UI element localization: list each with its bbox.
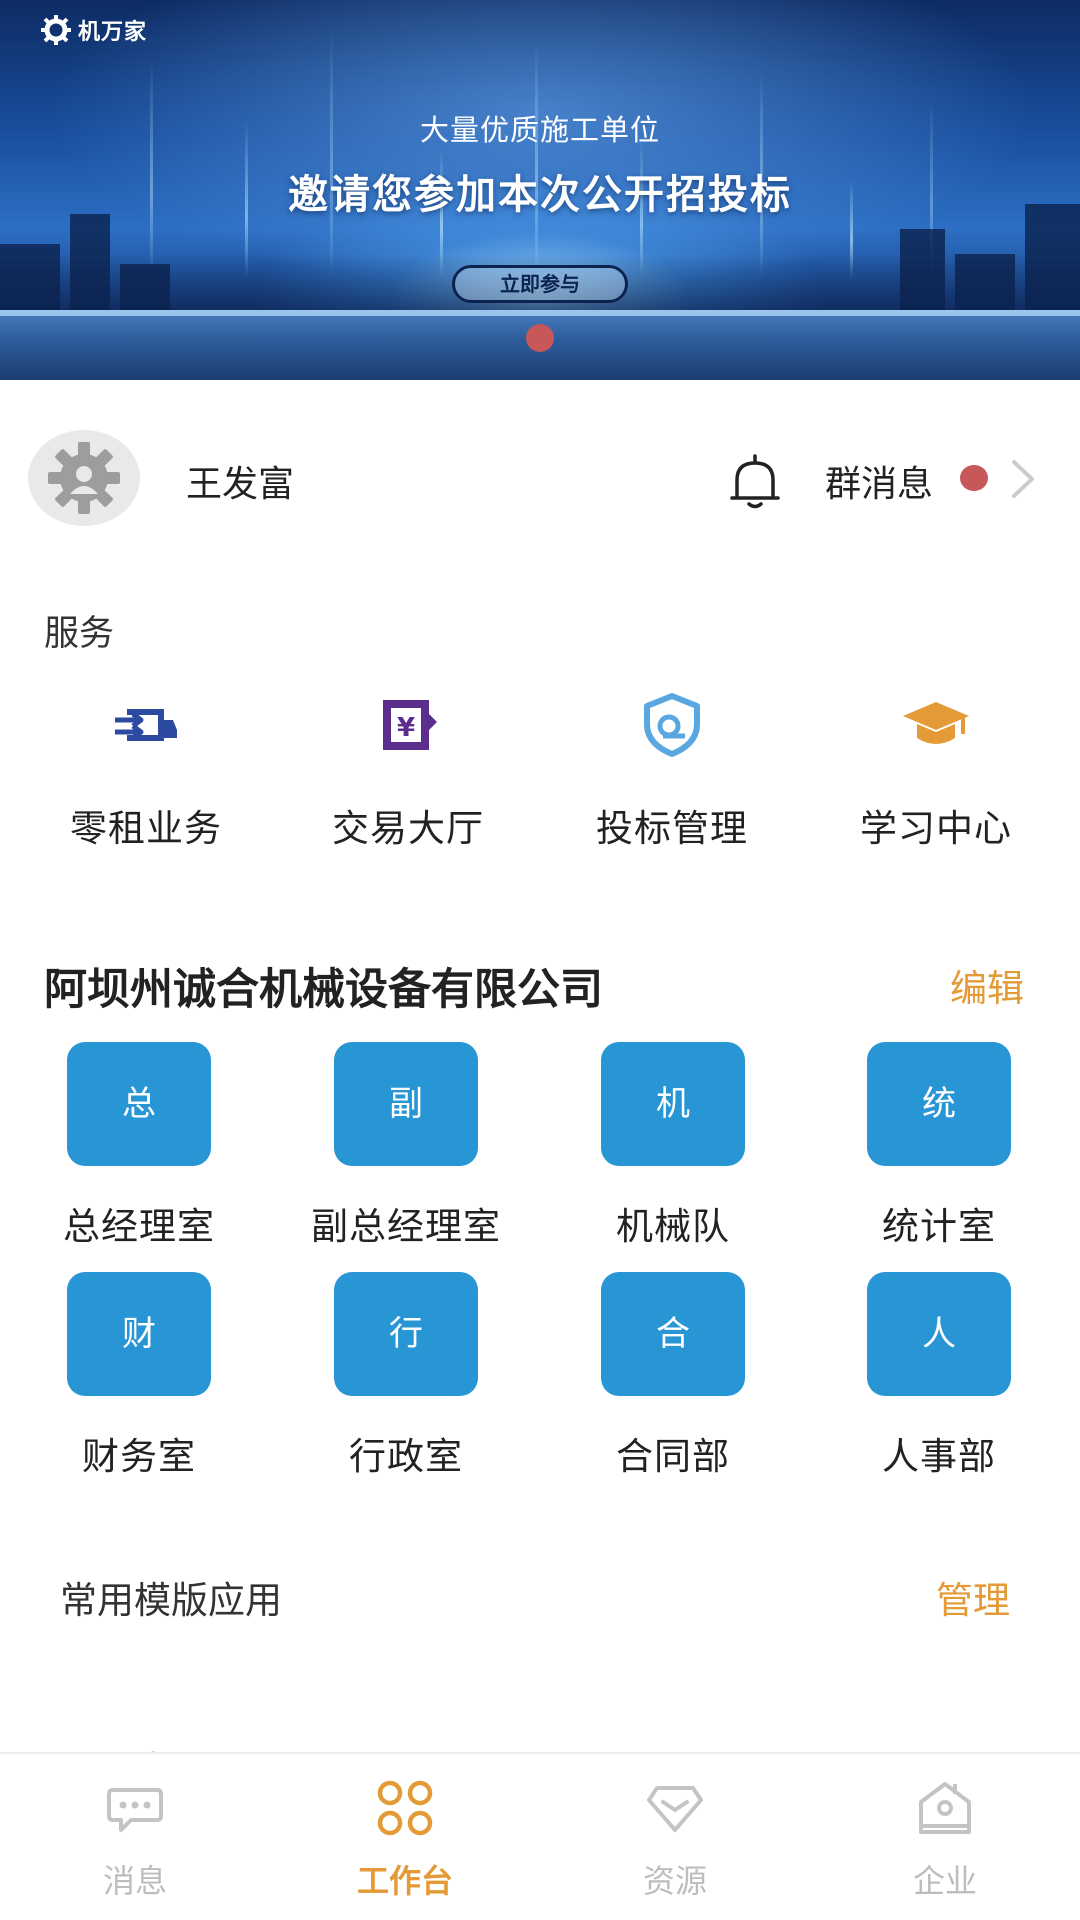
dept-administration[interactable]: 行 行政室 xyxy=(286,1272,526,1480)
dept-label: 机械队 xyxy=(616,1205,730,1248)
shield-icon xyxy=(644,693,700,757)
join-now-button[interactable]: 立即参与 xyxy=(452,265,628,303)
yuan-exchange-icon: ¥ xyxy=(383,700,437,750)
dept-label: 总经理室 xyxy=(63,1205,215,1248)
tab-enterprise[interactable]: 企业 xyxy=(810,1754,1080,1920)
dept-label: 行政室 xyxy=(349,1435,463,1478)
building-icon xyxy=(919,1782,971,1834)
gear-logo-icon xyxy=(41,15,71,45)
graduation-cap-icon xyxy=(903,702,969,744)
dept-tile: 统 xyxy=(867,1042,1011,1166)
dept-tile: 总 xyxy=(67,1042,211,1166)
tab-workbench[interactable]: 工作台 xyxy=(270,1754,540,1920)
dept-general-manager[interactable]: 总 总经理室 xyxy=(19,1042,259,1250)
dept-label: 人事部 xyxy=(882,1435,996,1478)
service-label: 零租业务 xyxy=(70,807,222,850)
group-messages-link[interactable]: 群消息 xyxy=(825,455,933,507)
dept-tile: 机 xyxy=(601,1042,745,1166)
avatar[interactable] xyxy=(28,430,140,526)
banner-headline: 邀请您参加本次公开招投标 xyxy=(288,172,792,218)
bell-icon[interactable] xyxy=(728,452,782,512)
unread-badge xyxy=(960,465,988,491)
tab-label: 工作台 xyxy=(356,1862,453,1900)
service-zero-rent[interactable]: 零租业务 xyxy=(46,690,246,852)
dept-statistics[interactable]: 统 统计室 xyxy=(819,1042,1059,1250)
dept-tile: 行 xyxy=(334,1272,478,1396)
dept-tile: 副 xyxy=(334,1042,478,1166)
truck-arrow-icon xyxy=(115,709,177,741)
service-label: 投标管理 xyxy=(596,807,748,850)
services-title: 服务 xyxy=(44,614,115,654)
workbench-screen: 机万家 大量优质施工单位 邀请您参加本次公开招投标 立即参与 王发富 群消息 服… xyxy=(0,0,1080,1920)
dept-tile: 人 xyxy=(867,1272,1011,1396)
dept-deputy-general-manager[interactable]: 副 副总经理室 xyxy=(286,1042,526,1250)
avatar-gear-icon xyxy=(48,442,120,514)
manage-button[interactable]: 管理 xyxy=(936,1570,1010,1624)
dept-label: 统计室 xyxy=(882,1205,996,1248)
diamond-icon xyxy=(647,1786,703,1832)
templates-title: 常用模版应用 xyxy=(60,1579,282,1622)
dept-tile: 合 xyxy=(601,1272,745,1396)
company-name: 阿坝州诚合机械设备有限公司 xyxy=(44,965,603,1015)
app-logo: 机万家 xyxy=(40,14,147,46)
svg-text:¥: ¥ xyxy=(397,713,415,743)
logo-text: 机万家 xyxy=(78,20,148,45)
dept-finance[interactable]: 财 财务室 xyxy=(19,1272,259,1480)
dept-tile: 财 xyxy=(67,1272,211,1396)
service-learning-center[interactable]: 学习中心 xyxy=(836,690,1036,852)
service-label: 学习中心 xyxy=(860,807,1012,850)
dept-label: 财务室 xyxy=(82,1435,196,1478)
tab-resources[interactable]: 资源 xyxy=(540,1754,810,1920)
carousel-indicator[interactable] xyxy=(526,324,554,352)
dept-label: 副总经理室 xyxy=(311,1205,501,1248)
tab-label: 资源 xyxy=(642,1862,707,1900)
user-name: 王发富 xyxy=(186,464,295,505)
banner-subtitle: 大量优质施工单位 xyxy=(419,113,660,147)
grid-icon xyxy=(377,1780,433,1836)
tab-messages[interactable]: 消息 xyxy=(0,1754,270,1920)
promo-banner[interactable]: 机万家 大量优质施工单位 邀请您参加本次公开招投标 立即参与 xyxy=(0,0,1080,380)
dept-human-resources[interactable]: 人 人事部 xyxy=(819,1272,1059,1480)
dept-label: 合同部 xyxy=(616,1435,730,1478)
tab-label: 企业 xyxy=(912,1862,977,1900)
bottom-tab-bar: 消息 工作台 资源 企业 xyxy=(0,1752,1080,1920)
tab-label: 消息 xyxy=(102,1862,167,1900)
chevron-right-icon[interactable] xyxy=(1008,456,1038,502)
service-trading-hall[interactable]: ¥ 交易大厅 xyxy=(308,690,508,852)
edit-button[interactable]: 编辑 xyxy=(950,958,1024,1012)
dept-contracts[interactable]: 合 合同部 xyxy=(553,1272,793,1480)
service-bid-management[interactable]: 投标管理 xyxy=(572,690,772,852)
chat-bubble-icon xyxy=(107,1788,163,1832)
service-label: 交易大厅 xyxy=(332,807,484,850)
dept-machinery-team[interactable]: 机 机械队 xyxy=(553,1042,793,1250)
